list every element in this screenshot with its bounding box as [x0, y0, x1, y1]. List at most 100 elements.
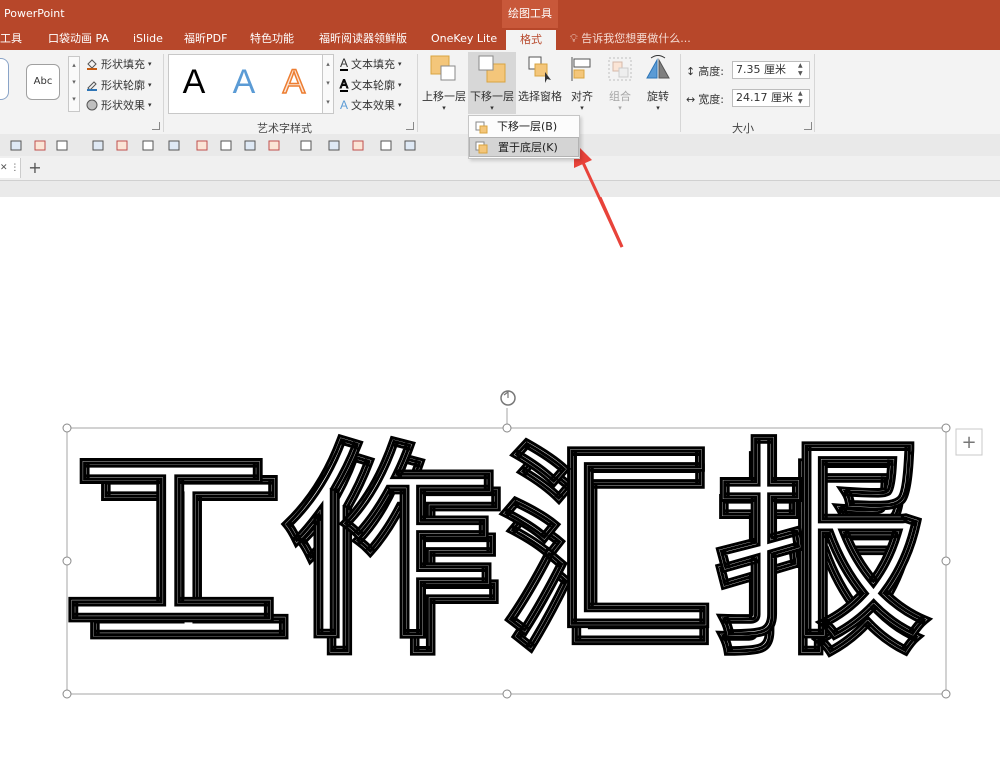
shape-effects-button[interactable]: 形状效果 ▾ — [86, 97, 152, 113]
shape-outline-button[interactable]: 形状轮廓 ▾ — [86, 77, 152, 93]
chevron-down-icon: ▾ — [490, 104, 494, 112]
rotate-button[interactable]: 旋转 ▾ — [640, 54, 676, 112]
text-effects-button[interactable]: A 文本效果 ▾ — [340, 97, 402, 113]
text-effects-label: 文本效果 — [351, 99, 396, 112]
brush-icon[interactable] — [328, 139, 340, 151]
chevron-down-icon: ▾ — [580, 104, 584, 112]
wordart-style-blue[interactable]: A — [218, 56, 270, 108]
shape-style-sample[interactable]: Abc — [26, 64, 60, 100]
tab-format[interactable]: 格式 — [506, 28, 556, 50]
tab-pocket-animation[interactable]: 口袋动画 PA — [48, 28, 109, 50]
wordart-main-text[interactable]: 工作汇报 — [61, 419, 934, 669]
dialog-launcher-icon[interactable] — [804, 122, 812, 130]
menu-item-send-backward[interactable]: 下移一层(B) — [469, 117, 579, 137]
chevron-down-icon: ▾ — [148, 60, 152, 68]
align-label: 对齐 — [571, 90, 593, 103]
tab-onekey-lite[interactable]: OneKey Lite — [431, 28, 497, 50]
group-separator — [163, 54, 164, 132]
group-button[interactable]: 组合 ▾ — [602, 54, 638, 112]
menu-item-send-to-back-label: 置于底层(K) — [498, 141, 558, 154]
text-fill-button[interactable]: A 文本填充 ▾ — [340, 56, 402, 72]
text-fill-label: 文本填充 — [351, 58, 396, 71]
shape-fill-label: 形状填充 — [101, 58, 145, 71]
chevron-down-icon: ▾ — [442, 104, 446, 112]
dialog-launcher-icon[interactable] — [406, 122, 414, 130]
layer-icon[interactable] — [196, 139, 208, 151]
document-tab-partial[interactable]: ✕ ⋮ — [0, 158, 21, 178]
height-label-group: ↕ 高度: — [686, 63, 724, 79]
wordart-style-black[interactable]: A — [168, 56, 220, 108]
shape-style-preview-partial[interactable] — [0, 58, 9, 100]
chart-icon[interactable] — [220, 139, 232, 151]
tab-tools[interactable]: 工具 — [0, 28, 22, 50]
grid-icon[interactable] — [116, 139, 128, 151]
slide-canvas: 工作汇报 工作汇报 + — [0, 197, 1000, 773]
selection-pane-icon — [525, 54, 555, 84]
chevron-down-icon: ▾ — [398, 60, 402, 68]
bring-forward-icon — [429, 54, 459, 84]
shape-outline-label: 形状轮廓 — [101, 79, 145, 92]
tab-special-features[interactable]: 特色功能 — [250, 28, 294, 50]
pen-icon — [86, 79, 98, 91]
send-backward-button[interactable]: 下移一层 ▾ — [468, 52, 516, 114]
height-spinner[interactable]: ▲ ▼ — [798, 62, 803, 78]
tab-foxit-reader[interactable]: 福昕阅读器领鲜版 — [319, 28, 407, 50]
send-backward-menu: 下移一层(B) 置于底层(K) — [468, 115, 580, 159]
bring-forward-button[interactable]: 上移一层 ▾ — [420, 54, 468, 112]
text-outline-label: 文本轮廓 — [351, 79, 396, 92]
chevron-down-icon: ▾ — [148, 81, 152, 89]
height-label: 高度: — [698, 65, 724, 78]
shape-fill-button[interactable]: 形状填充 ▾ — [86, 56, 152, 72]
format-painter-icon[interactable] — [300, 139, 312, 151]
title-bar — [0, 0, 1000, 28]
wordart-style-orange-outline[interactable]: A — [268, 56, 320, 108]
shape-icon[interactable] — [168, 139, 180, 151]
shape-effects-icon — [86, 99, 98, 111]
tab-islide[interactable]: iSlide — [133, 28, 163, 50]
text-outline-button[interactable]: A 文本轮廓 ▾ — [339, 76, 402, 93]
drawing-tools-header: 绘图工具 — [502, 0, 558, 28]
width-icon: ↔ — [686, 92, 696, 106]
shape-style-scroller[interactable]: ▴ ▾ ▾ — [68, 56, 80, 112]
color-icon[interactable] — [56, 139, 68, 151]
group-separator — [680, 54, 681, 132]
rotate-left-icon[interactable] — [142, 139, 154, 151]
send-backward-label: 下移一层 — [470, 90, 514, 103]
tab-foxit-pdf[interactable]: 福昕PDF — [184, 28, 227, 50]
menu-item-send-to-back[interactable]: 置于底层(K) — [469, 137, 579, 157]
chevron-down-icon: ▾ — [398, 81, 402, 89]
align-button[interactable]: 对齐 ▾ — [564, 54, 600, 112]
text-outline-icon: A — [339, 76, 349, 92]
align-middle-icon[interactable] — [34, 139, 46, 151]
chevron-down-icon: ▾ — [618, 104, 622, 112]
paint-bucket-icon — [86, 58, 98, 70]
chevron-down-icon: ▾ — [398, 101, 402, 109]
new-tab-button[interactable]: + — [26, 158, 44, 178]
dialog-launcher-icon[interactable] — [152, 122, 160, 130]
crop-icon[interactable] — [380, 139, 392, 151]
wordart-gallery-scroller[interactable]: ▴ ▾ ▾ — [322, 54, 334, 114]
select-icon[interactable] — [404, 139, 416, 151]
stack-icon[interactable] — [352, 139, 364, 151]
textbox-icon[interactable] — [244, 139, 256, 151]
lightbulb-icon: 💡︎ — [570, 32, 578, 45]
document-tab-strip — [0, 156, 1000, 181]
width-spinner[interactable]: ▲ ▼ — [798, 90, 803, 106]
send-to-back-small-icon — [475, 141, 488, 161]
send-backward-icon — [477, 54, 507, 84]
width-label: 宽度: — [698, 93, 724, 106]
align-icon — [567, 54, 597, 84]
app-title: PowerPoint — [4, 7, 65, 20]
rotate-handle-icon[interactable] — [500, 390, 516, 406]
group-separator — [814, 54, 815, 132]
align-left-icon[interactable] — [92, 139, 104, 151]
selection-pane-button[interactable]: 选择窗格 — [516, 54, 564, 104]
distribute-icon[interactable] — [10, 139, 22, 151]
copy-icon[interactable] — [268, 139, 280, 151]
rotate-label: 旋转 — [647, 90, 669, 103]
tell-me-search[interactable]: 💡︎ 告诉我您想要做什么... — [570, 28, 691, 50]
bring-forward-label: 上移一层 — [422, 90, 466, 103]
red-arrow-shaft — [578, 155, 624, 248]
menu-item-send-backward-label: 下移一层(B) — [497, 120, 558, 133]
text-fill-icon: A — [340, 55, 349, 71]
